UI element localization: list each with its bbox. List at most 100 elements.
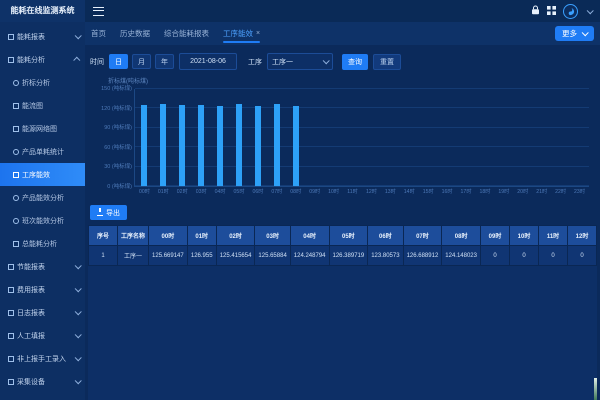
sidebar-item-label: 产品能效分析 [22,193,80,203]
sidebar-item-产品单耗统计[interactable]: 产品单耗统计 [0,140,85,163]
table-header-row: 序号工序名称00时01时02时03时04时05时06时07时08时09时10时1… [89,226,598,246]
query-button[interactable]: 查询 [342,54,368,70]
process-efficiency-table: 序号工序名称00时01时02时03时04时05时06时07时08时09时10时1… [88,225,597,266]
granularity-年-button[interactable]: 年 [155,54,174,69]
chevron-down-icon [75,354,82,361]
chart-slot: 03时 [192,89,211,186]
sidebar-item-人工填报[interactable]: 人工填报 [0,324,85,347]
x-axis-tick-label: 07时 [271,188,282,195]
chevron-down-icon[interactable] [587,7,594,14]
bar-05时[interactable] [236,104,242,186]
sidebar-item-班次能效分析[interactable]: 班次能效分析 [0,209,85,232]
granularity-日-button[interactable]: 日 [109,54,128,69]
device-icon [8,379,14,385]
sidebar-item-label: 日志报表 [17,308,73,318]
chart-slot: 19时 [494,89,513,186]
tab-工序能效[interactable]: 工序能效× [223,22,260,45]
table-row[interactable]: 1工序一125.669147126.955125.415654125.65884… [89,246,598,266]
sidebar-item-工序能效[interactable]: 工序能效 [0,163,85,186]
x-axis-tick-label: 09时 [309,188,320,195]
offline-entry-icon [8,356,14,362]
tab-label: 工序能效 [223,28,253,39]
sidebar-item-能流图[interactable]: 能流图 [0,94,85,117]
table-body: 1工序一125.669147126.955125.415654125.65884… [89,246,598,266]
table-cell: 1 [89,246,118,266]
scrollbar-thumb[interactable] [594,378,597,400]
sidebar-item-能源网络图[interactable]: 能源网络图 [0,117,85,140]
y-axis-tick-label: 30 (吨标煤) [104,162,132,170]
sidebar-item-折标分析[interactable]: 折标分析 [0,71,85,94]
table-header-cell: 工序名称 [118,226,149,246]
x-axis-tick-label: 15时 [423,188,434,195]
sidebar-item-节能报表[interactable]: 节能报表 [0,255,85,278]
x-axis-tick-label: 10时 [328,188,339,195]
sidebar: 能耗在线监测系统 能耗报表能耗分析折标分析能流图能源网络图产品单耗统计工序能效产… [0,0,85,400]
report-icon [8,34,14,40]
tab-bar: 首页历史数据综合能耗报表工序能效× 更多 [85,22,600,45]
tab-首页[interactable]: 首页 [91,22,106,45]
chart-slot: 00时 [135,89,154,186]
date-input[interactable]: 2021-08-06 [179,53,237,70]
x-axis-tick-label: 23时 [574,188,585,195]
sidebar-item-label: 折标分析 [22,78,80,88]
sidebar-item-费用报表[interactable]: 费用报表 [0,278,85,301]
tab-历史数据[interactable]: 历史数据 [120,22,150,45]
bar-07时[interactable] [274,104,280,186]
apps-grid-icon[interactable] [547,2,556,20]
sidebar-item-产品能效分析[interactable]: 产品能效分析 [0,186,85,209]
sidebar-item-采集设备[interactable]: 采集设备 [0,370,85,393]
chart-slot: 22时 [551,89,570,186]
sidebar-item-label: 非上报手工录入 [17,354,73,364]
table-container: 序号工序名称00时01时02时03时04时05时06时07时08时09时10时1… [88,225,597,400]
chevron-down-icon [75,308,82,315]
sidebar-item-label: 能源网络图 [22,124,80,134]
lock-icon[interactable] [531,2,540,20]
close-tab-icon[interactable]: × [256,30,260,37]
filter-bar: 时间 日月年 2021-08-06 工序 工序一 查询 重置 [88,51,597,76]
energy-flow-icon [13,103,19,109]
bar-03时[interactable] [198,105,204,186]
y-axis-tick-label: 0 (吨标煤) [107,182,132,190]
chevron-down-icon [75,377,82,384]
chevron-down-icon [75,285,82,292]
process-select[interactable]: 工序一 [267,53,333,70]
product-unit-stats-icon [13,149,19,155]
export-row: 导出 [88,200,597,225]
sidebar-nav: 能耗报表能耗分析折标分析能流图能源网络图产品单耗统计工序能效产品能效分析班次能效… [0,22,85,400]
standard-coal-icon [13,80,19,86]
y-axis-tick-label: 60 (吨标煤) [104,143,132,151]
sidebar-item-非上报手工录入[interactable]: 非上报手工录入 [0,347,85,370]
avatar[interactable] [563,4,578,19]
bar-08时[interactable] [293,106,299,186]
sidebar-item-label: 节能报表 [17,262,73,272]
process-select-value: 工序一 [272,57,293,67]
bar-00时[interactable] [141,105,147,186]
sidebar-item-label: 班次能效分析 [22,216,80,226]
bar-02时[interactable] [179,105,185,186]
sidebar-item-总能耗分析[interactable]: 总能耗分析 [0,232,85,255]
table-header-cell: 03时 [255,226,290,246]
reset-button[interactable]: 重置 [373,54,401,70]
sidebar-item-能耗分析[interactable]: 能耗分析 [0,48,85,71]
sidebar-item-日志报表[interactable]: 日志报表 [0,301,85,324]
x-axis-tick-label: 18时 [479,188,490,195]
bar-06时[interactable] [255,106,261,186]
sidebar-item-label: 总能耗分析 [22,239,80,249]
table-cell: 125.669147 [149,246,188,266]
table-header-cell: 08时 [442,226,481,246]
granularity-月-button[interactable]: 月 [132,54,151,69]
sidebar-item-能耗报表[interactable]: 能耗报表 [0,25,85,48]
more-button[interactable]: 更多 [555,26,594,41]
bar-04时[interactable] [217,106,223,186]
table-cell: 0 [596,246,597,266]
bar-01时[interactable] [160,104,166,186]
hamburger-icon[interactable] [93,7,104,16]
cost-report-icon [8,287,14,293]
tab-综合能耗报表[interactable]: 综合能耗报表 [164,22,209,45]
product-efficiency-icon [13,195,19,201]
chevron-down-icon [75,32,82,39]
table-header-cell: 12时 [567,226,596,246]
export-button[interactable]: 导出 [90,205,127,220]
export-button-label: 导出 [106,208,120,218]
chevron-down-icon [75,331,82,338]
